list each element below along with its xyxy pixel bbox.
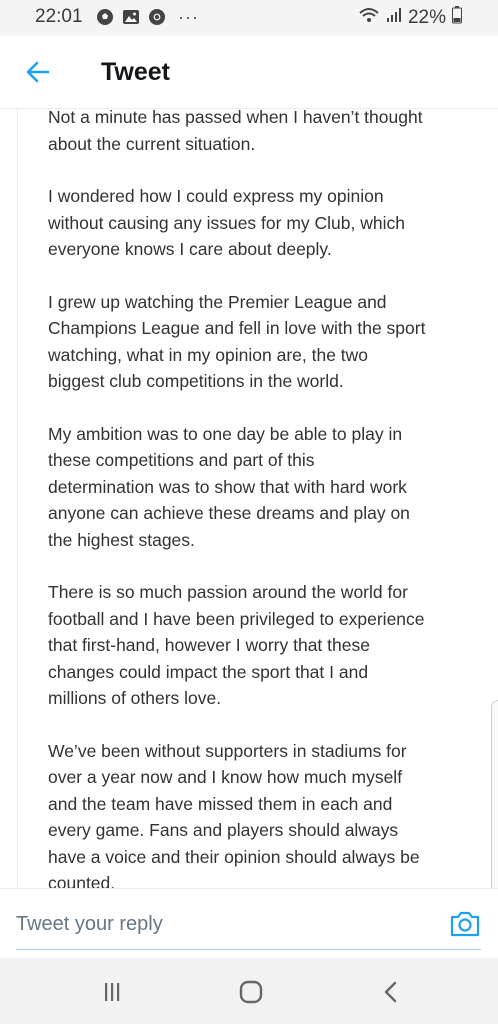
- tweet-paragraph: Not a minute has passed when I haven’t t…: [48, 108, 423, 154]
- tweet-paragraph: There is so much passion around the worl…: [48, 582, 425, 708]
- home-icon: [239, 980, 263, 1004]
- page-title: Tweet: [101, 58, 170, 86]
- reply-input[interactable]: [16, 909, 436, 939]
- soccer-ball-icon: [96, 8, 114, 26]
- recent-apps-button[interactable]: [97, 978, 127, 1006]
- wifi-icon: [358, 6, 380, 29]
- back-icon: [384, 981, 397, 1003]
- more-dots-icon: ···: [178, 7, 199, 27]
- app-header: Tweet: [0, 36, 498, 109]
- system-nav-bar: [0, 958, 498, 1024]
- tweet-text: Not a minute has passed when I haven’t t…: [48, 108, 468, 888]
- status-icons-left: ···: [96, 8, 199, 26]
- tweet-paragraph: My ambition was to one day be able to pl…: [48, 423, 410, 550]
- recent-apps-icon: [105, 983, 120, 1001]
- chrome-icon: [148, 8, 166, 26]
- status-time: 22:01: [35, 6, 83, 27]
- home-button[interactable]: [236, 978, 266, 1006]
- tweet-paragraph: I wondered how I could express my opinio…: [48, 186, 405, 259]
- back-arrow-icon: [26, 61, 50, 83]
- status-icons-right: 22%: [358, 6, 462, 29]
- battery-percent: 22%: [407, 6, 446, 28]
- tweet-content[interactable]: Not a minute has passed when I haven’t t…: [17, 108, 498, 888]
- edge-panel-handle[interactable]: [491, 700, 498, 894]
- tweet-paragraph: I grew up watching the Premier League an…: [48, 291, 426, 392]
- reply-bar: [0, 888, 498, 959]
- back-arrow-button[interactable]: [24, 58, 52, 86]
- reply-underline: [16, 949, 481, 950]
- nav-back-button[interactable]: [376, 978, 406, 1006]
- camera-button[interactable]: [449, 909, 481, 939]
- status-bar: 22:01 ··· 22%: [0, 0, 498, 36]
- camera-icon: [450, 911, 480, 937]
- battery-icon: [452, 6, 462, 29]
- gallery-icon: [122, 8, 140, 26]
- tweet-paragraph: We’ve been without supporters in stadium…: [48, 740, 420, 889]
- signal-icon: [386, 6, 402, 29]
